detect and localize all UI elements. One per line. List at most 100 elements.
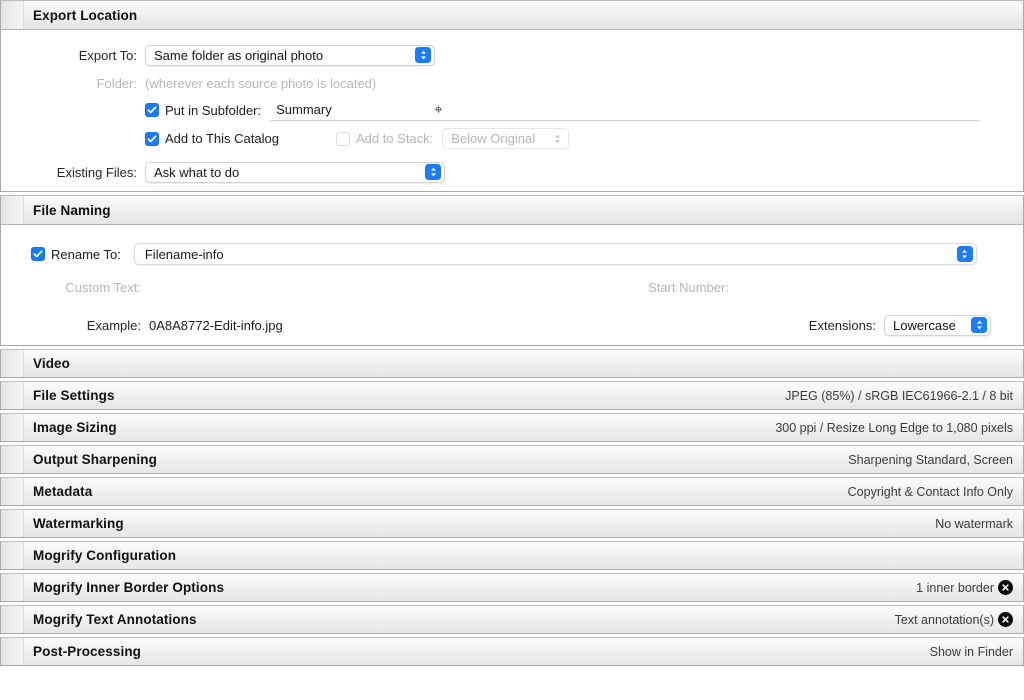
row-add-to-catalog: Add to This Catalog Add to Stack: Below …: [1, 124, 1023, 153]
collapsed-panel-list: Video File Settings JPEG (85%) / sRGB IEC6…: [0, 349, 1024, 666]
collapsed-panel-title: Watermarking: [24, 516, 124, 531]
i-beam-cursor-icon: ⌖: [434, 102, 442, 117]
collapsed-panel-summary: Text annotation(s): [895, 613, 998, 627]
collapsed-panel-title: File Settings: [24, 388, 115, 403]
row-custom-text: Custom Text: Start Number:: [1, 269, 1023, 305]
chevron-up-down-icon: [415, 47, 431, 63]
collapsed-panel-summary: Show in Finder: [930, 645, 1023, 659]
section-body-file-naming: Rename To: Filename-info Custom Text: St…: [1, 225, 1023, 345]
collapsed-panel-summary: No watermark: [935, 517, 1023, 531]
rename-to-select[interactable]: Filename-info: [134, 243, 977, 265]
panel-grip: [1, 1, 24, 29]
rename-to-label: Rename To:: [51, 247, 121, 262]
section-header-export-location[interactable]: Export Location: [1, 1, 1023, 30]
row-export-to: Export To: Same folder as original photo: [1, 30, 1023, 70]
row-folder: Folder: (wherever each source photo is l…: [1, 70, 1023, 96]
checkmark-icon: [147, 105, 157, 115]
panel-grip: [1, 478, 24, 505]
section-title: File Naming: [24, 203, 111, 218]
extensions-value: Lowercase: [893, 318, 956, 333]
collapsed-panel-row[interactable]: Mogrify Text Annotations Text annotation(…: [0, 605, 1024, 634]
collapsed-panel-row[interactable]: Output Sharpening Sharpening Standard, Sc…: [0, 445, 1024, 474]
panel-grip: [1, 638, 24, 665]
collapsed-panel-row[interactable]: Image Sizing 300 ppi / Resize Long Edge t…: [0, 413, 1024, 442]
chevron-up-down-icon: [971, 317, 987, 333]
subfolder-name-input[interactable]: Summary ⌖: [270, 100, 980, 121]
panel-grip: [1, 382, 24, 409]
subfolder-name-value: Summary: [276, 102, 332, 117]
add-to-catalog-label: Add to This Catalog: [165, 131, 279, 146]
put-in-subfolder-checkbox[interactable]: [145, 103, 159, 117]
custom-text-input[interactable]: [149, 277, 619, 298]
add-to-catalog-checkbox[interactable]: [145, 132, 159, 146]
collapsed-panel-summary: Sharpening Standard, Screen: [848, 453, 1023, 467]
add-to-stack-value: Below Original: [451, 131, 535, 146]
extensions-label: Extensions:: [809, 318, 876, 333]
extensions-select[interactable]: Lowercase: [884, 315, 991, 336]
row-put-in-subfolder: Put in Subfolder: Summary ⌖: [1, 96, 1023, 124]
section-export-location: Export Location Export To: Same folder a…: [0, 0, 1024, 192]
row-example: Example: 0A8A8772-Edit-info.jpg Extensio…: [1, 305, 1023, 345]
clear-circle-x-icon[interactable]: [998, 612, 1013, 627]
export-to-select[interactable]: Same folder as original photo: [145, 45, 435, 66]
add-to-stack-label: Add to Stack:: [356, 131, 433, 146]
collapsed-panel-row[interactable]: File Settings JPEG (85%) / sRGB IEC61966-…: [0, 381, 1024, 410]
example-value: 0A8A8772-Edit-info.jpg: [149, 318, 283, 333]
chevron-up-down-icon: [957, 246, 973, 262]
existing-files-value: Ask what to do: [154, 165, 239, 180]
collapsed-panel-summary: 300 ppi / Resize Long Edge to 1,080 pixe…: [775, 421, 1023, 435]
collapsed-panel-title: Mogrify Configuration: [24, 548, 176, 563]
export-panel-stack: Export Location Export To: Same folder a…: [0, 0, 1024, 666]
rename-to-checkbox[interactable]: [31, 247, 45, 261]
collapsed-panel-row[interactable]: Watermarking No watermark: [0, 509, 1024, 538]
add-to-stack-select[interactable]: Below Original: [442, 128, 569, 149]
collapsed-panel-title: Output Sharpening: [24, 452, 157, 467]
section-title: Export Location: [24, 8, 137, 23]
collapsed-panel-summary: Copyright & Contact Info Only: [848, 485, 1023, 499]
chevron-up-down-icon: [425, 164, 441, 180]
panel-grip: [1, 606, 24, 633]
existing-files-label: Existing Files:: [1, 165, 137, 180]
custom-text-label: Custom Text:: [1, 280, 141, 295]
panel-grip: [1, 510, 24, 537]
section-file-naming: File Naming Rename To: Filename-info: [0, 195, 1024, 346]
rename-to-value: Filename-info: [145, 247, 224, 262]
collapsed-panel-title: Image Sizing: [24, 420, 117, 435]
panel-grip: [1, 446, 24, 473]
collapsed-panel-row[interactable]: Mogrify Inner Border Options 1 inner bord…: [0, 573, 1024, 602]
section-body-export-location: Export To: Same folder as original photo…: [1, 30, 1023, 191]
panel-grip: [1, 196, 24, 224]
existing-files-select[interactable]: Ask what to do: [145, 162, 445, 183]
collapsed-panel-row[interactable]: Video: [0, 349, 1024, 378]
collapsed-panel-title: Post-Processing: [24, 644, 141, 659]
checkmark-icon: [147, 134, 157, 144]
collapsed-panel-summary: JPEG (85%) / sRGB IEC61966-2.1 / 8 bit: [785, 389, 1023, 403]
chevron-up-down-icon: [549, 131, 565, 147]
collapsed-panel-summary: 1 inner border: [916, 581, 998, 595]
panel-grip: [1, 542, 24, 569]
start-number-label: Start Number:: [619, 280, 729, 295]
collapsed-panel-title: Metadata: [24, 484, 92, 499]
export-to-label: Export To:: [1, 48, 137, 63]
collapsed-panel-title: Video: [24, 356, 70, 371]
panel-grip: [1, 574, 24, 601]
panel-grip: [1, 350, 24, 377]
put-in-subfolder-label: Put in Subfolder:: [165, 103, 261, 118]
row-rename-to: Rename To: Filename-info: [1, 225, 1023, 269]
panel-grip: [1, 414, 24, 441]
collapsed-panel-row[interactable]: Post-Processing Show in Finder: [0, 637, 1024, 666]
folder-value: (wherever each source photo is located): [145, 76, 376, 91]
checkmark-icon: [33, 249, 43, 259]
example-label: Example:: [1, 318, 141, 333]
collapsed-panel-row[interactable]: Metadata Copyright & Contact Info Only: [0, 477, 1024, 506]
export-to-value: Same folder as original photo: [154, 48, 323, 63]
row-existing-files: Existing Files: Ask what to do: [1, 153, 1023, 191]
add-to-stack-checkbox[interactable]: [336, 132, 350, 146]
collapsed-panel-title: Mogrify Text Annotations: [24, 612, 197, 627]
folder-label: Folder:: [1, 76, 137, 91]
collapsed-panel-title: Mogrify Inner Border Options: [24, 580, 224, 595]
collapsed-panel-row[interactable]: Mogrify Configuration: [0, 541, 1024, 570]
start-number-input[interactable]: [737, 277, 857, 298]
section-header-file-naming[interactable]: File Naming: [1, 196, 1023, 225]
clear-circle-x-icon[interactable]: [998, 580, 1013, 595]
